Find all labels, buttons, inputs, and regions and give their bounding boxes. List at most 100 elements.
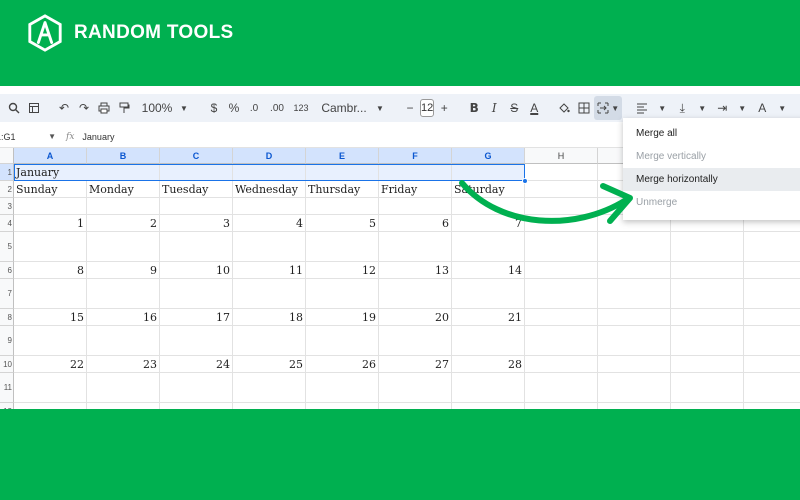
day-name-cell[interactable]: Sunday xyxy=(14,181,87,198)
cell[interactable] xyxy=(160,373,233,403)
cell[interactable] xyxy=(306,198,379,215)
cell[interactable] xyxy=(87,403,160,409)
cell[interactable] xyxy=(87,373,160,403)
cell[interactable] xyxy=(233,198,306,215)
cell[interactable] xyxy=(671,373,744,403)
text-wrapping-icon[interactable]: ⇥ xyxy=(712,96,732,120)
cell[interactable] xyxy=(671,262,744,279)
cell[interactable] xyxy=(744,326,800,356)
cell[interactable] xyxy=(87,279,160,309)
column-header[interactable]: B xyxy=(87,148,160,164)
cell[interactable] xyxy=(87,232,160,262)
cell[interactable] xyxy=(598,373,671,403)
date-cell[interactable]: 28 xyxy=(452,356,525,373)
date-cell[interactable]: 11 xyxy=(233,262,306,279)
cell[interactable] xyxy=(525,215,598,232)
date-cell[interactable]: 8 xyxy=(14,262,87,279)
cell[interactable] xyxy=(671,232,744,262)
cell[interactable] xyxy=(744,373,800,403)
cell[interactable] xyxy=(233,403,306,409)
cell[interactable] xyxy=(452,403,525,409)
column-header[interactable]: G xyxy=(452,148,525,164)
cell[interactable] xyxy=(87,326,160,356)
cell[interactable] xyxy=(452,279,525,309)
date-cell[interactable]: 17 xyxy=(160,309,233,326)
menu-item-merge-horizontally[interactable]: Merge horizontally xyxy=(623,168,800,191)
cell[interactable] xyxy=(598,403,671,409)
chevron-down-icon[interactable]: ▼ xyxy=(370,96,390,120)
date-cell[interactable]: 5 xyxy=(306,215,379,232)
more-formats-button[interactable]: 123 xyxy=(290,96,312,120)
cell[interactable] xyxy=(379,279,452,309)
strikethrough-button[interactable]: S xyxy=(504,96,524,120)
decrease-font-size-button[interactable]: − xyxy=(400,96,420,120)
date-cell[interactable]: 21 xyxy=(452,309,525,326)
cell[interactable] xyxy=(233,326,306,356)
cell[interactable] xyxy=(233,373,306,403)
print-icon[interactable] xyxy=(94,96,114,120)
cell[interactable] xyxy=(598,232,671,262)
borders-icon[interactable] xyxy=(574,96,594,120)
cell[interactable] xyxy=(306,279,379,309)
date-cell[interactable]: 3 xyxy=(160,215,233,232)
cell[interactable] xyxy=(379,198,452,215)
date-cell[interactable]: 16 xyxy=(87,309,160,326)
date-cell[interactable]: 19 xyxy=(306,309,379,326)
italic-button[interactable]: I xyxy=(484,96,504,120)
row-header[interactable]: 8 xyxy=(0,309,14,326)
cell[interactable] xyxy=(14,279,87,309)
cell[interactable] xyxy=(379,403,452,409)
cell[interactable] xyxy=(87,164,160,181)
column-header[interactable]: H xyxy=(525,148,598,164)
currency-format-button[interactable]: $ xyxy=(204,96,224,120)
cell[interactable] xyxy=(525,279,598,309)
decrease-decimal-button[interactable]: .0 xyxy=(244,96,264,120)
day-name-cell[interactable]: Thursday xyxy=(306,181,379,198)
fill-handle[interactable] xyxy=(522,178,528,184)
menus-icon[interactable] xyxy=(24,96,44,120)
row-header[interactable]: 11 xyxy=(0,373,14,403)
date-cell[interactable]: 27 xyxy=(379,356,452,373)
cell[interactable] xyxy=(452,373,525,403)
fill-color-icon[interactable] xyxy=(554,96,574,120)
cell[interactable] xyxy=(306,326,379,356)
bold-button[interactable]: B xyxy=(464,96,484,120)
increase-font-size-button[interactable]: + xyxy=(434,96,454,120)
row-header[interactable]: 5 xyxy=(0,232,14,262)
cell[interactable] xyxy=(87,198,160,215)
cell[interactable] xyxy=(452,232,525,262)
cell[interactable] xyxy=(452,198,525,215)
cell[interactable] xyxy=(525,181,598,198)
text-color-button[interactable]: A xyxy=(524,96,544,120)
cell[interactable] xyxy=(598,279,671,309)
cell[interactable] xyxy=(14,373,87,403)
cell[interactable] xyxy=(379,164,452,181)
cell[interactable] xyxy=(160,279,233,309)
cell[interactable] xyxy=(744,403,800,409)
cell[interactable] xyxy=(379,232,452,262)
cell[interactable] xyxy=(14,198,87,215)
paint-format-icon[interactable] xyxy=(114,96,134,120)
chevron-down-icon[interactable]: ▼ xyxy=(732,96,752,120)
cell[interactable] xyxy=(525,356,598,373)
column-header[interactable]: F xyxy=(379,148,452,164)
cell[interactable] xyxy=(671,326,744,356)
date-cell[interactable]: 18 xyxy=(233,309,306,326)
date-cell[interactable]: 25 xyxy=(233,356,306,373)
redo-icon[interactable]: ↷ xyxy=(74,96,94,120)
cell[interactable] xyxy=(598,262,671,279)
cell[interactable] xyxy=(160,403,233,409)
date-cell[interactable]: 7 xyxy=(452,215,525,232)
increase-decimal-button[interactable]: .00 xyxy=(264,96,290,120)
cell[interactable] xyxy=(744,262,800,279)
day-name-cell[interactable]: Monday xyxy=(87,181,160,198)
date-cell[interactable]: 24 xyxy=(160,356,233,373)
date-cell[interactable]: 20 xyxy=(379,309,452,326)
cell[interactable] xyxy=(452,326,525,356)
chevron-down-icon[interactable]: ▼ xyxy=(772,96,792,120)
date-cell[interactable]: 14 xyxy=(452,262,525,279)
merge-cells-button[interactable]: ▼ xyxy=(594,96,623,120)
text-rotation-icon[interactable]: A xyxy=(752,96,772,120)
cell[interactable] xyxy=(671,279,744,309)
date-cell[interactable]: 9 xyxy=(87,262,160,279)
